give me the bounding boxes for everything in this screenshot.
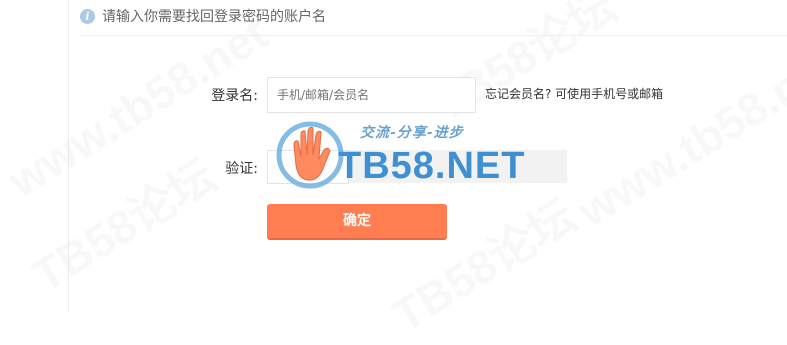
confirm-button[interactable]: 确定 xyxy=(267,204,447,240)
instruction-text: 请输入你需要找回登录密码的账户名 xyxy=(102,9,326,25)
verify-label: 验证: xyxy=(225,161,258,177)
forum-logo-watermark: 交流-分享-进步 TB58.NET xyxy=(270,115,540,195)
logo-slogan: 交流-分享-进步 xyxy=(360,125,464,141)
instruction-notice: i 请输入你需要找回登录密码的账户名 xyxy=(80,6,326,26)
forgot-username-hint: 忘记会员名? 可使用手机号或邮箱 xyxy=(485,87,664,101)
watermark-tile: www.tb58.net xyxy=(568,36,787,238)
header-divider xyxy=(80,35,787,36)
info-icon: i xyxy=(80,8,95,24)
login-name-input[interactable] xyxy=(267,77,476,113)
left-divider xyxy=(68,0,69,313)
logo-wordmark: TB58.NET xyxy=(338,145,526,187)
login-name-label: 登录名: xyxy=(211,88,258,104)
